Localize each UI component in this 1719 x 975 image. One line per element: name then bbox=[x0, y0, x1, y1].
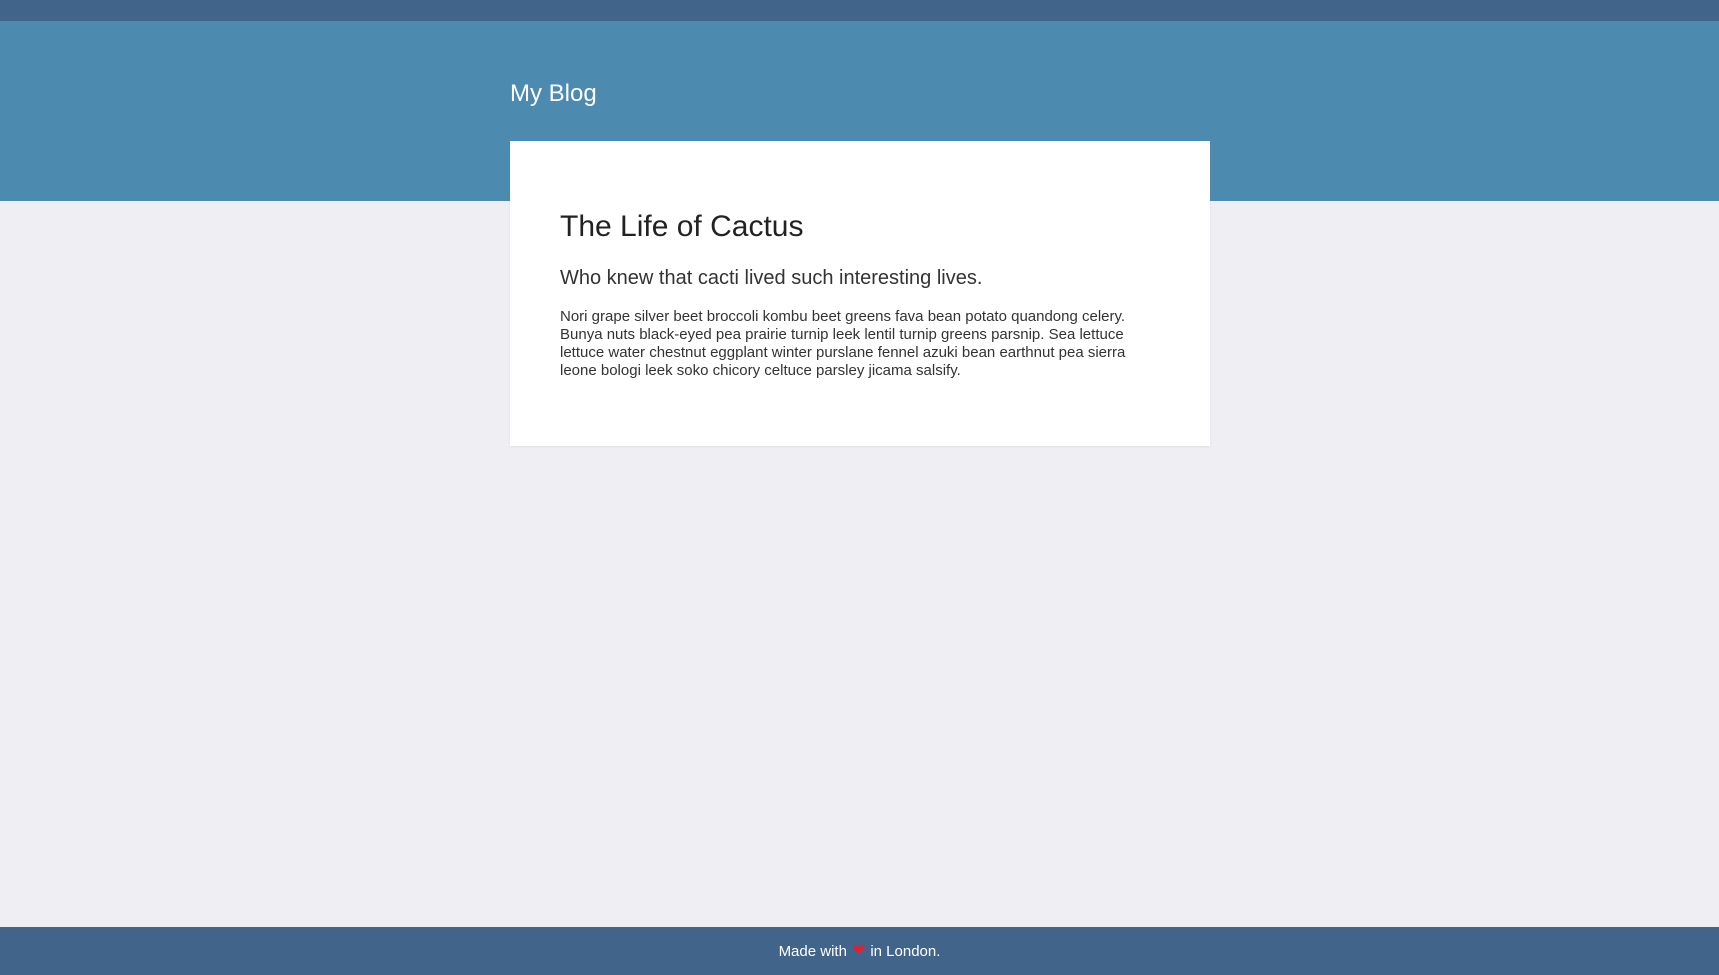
post-title: The Life of Cactus bbox=[560, 210, 804, 243]
footer-location-text: in London. bbox=[870, 942, 941, 960]
top-strip bbox=[0, 0, 1719, 21]
page: My Blog The Life of Cactus Who knew that… bbox=[0, 0, 1719, 975]
footer: Made with ❤ in London. bbox=[0, 927, 1719, 975]
footer-made-with-text: Made with bbox=[778, 942, 847, 960]
heart-icon: ❤ bbox=[851, 942, 866, 959]
post-card: The Life of Cactus Who knew that cacti l… bbox=[510, 141, 1210, 446]
site-title-link[interactable]: My Blog bbox=[510, 78, 597, 110]
post-body: Nori grape silver beet broccoli kombu be… bbox=[560, 308, 1126, 379]
post-subtitle: Who knew that cacti lived such interesti… bbox=[560, 267, 983, 289]
